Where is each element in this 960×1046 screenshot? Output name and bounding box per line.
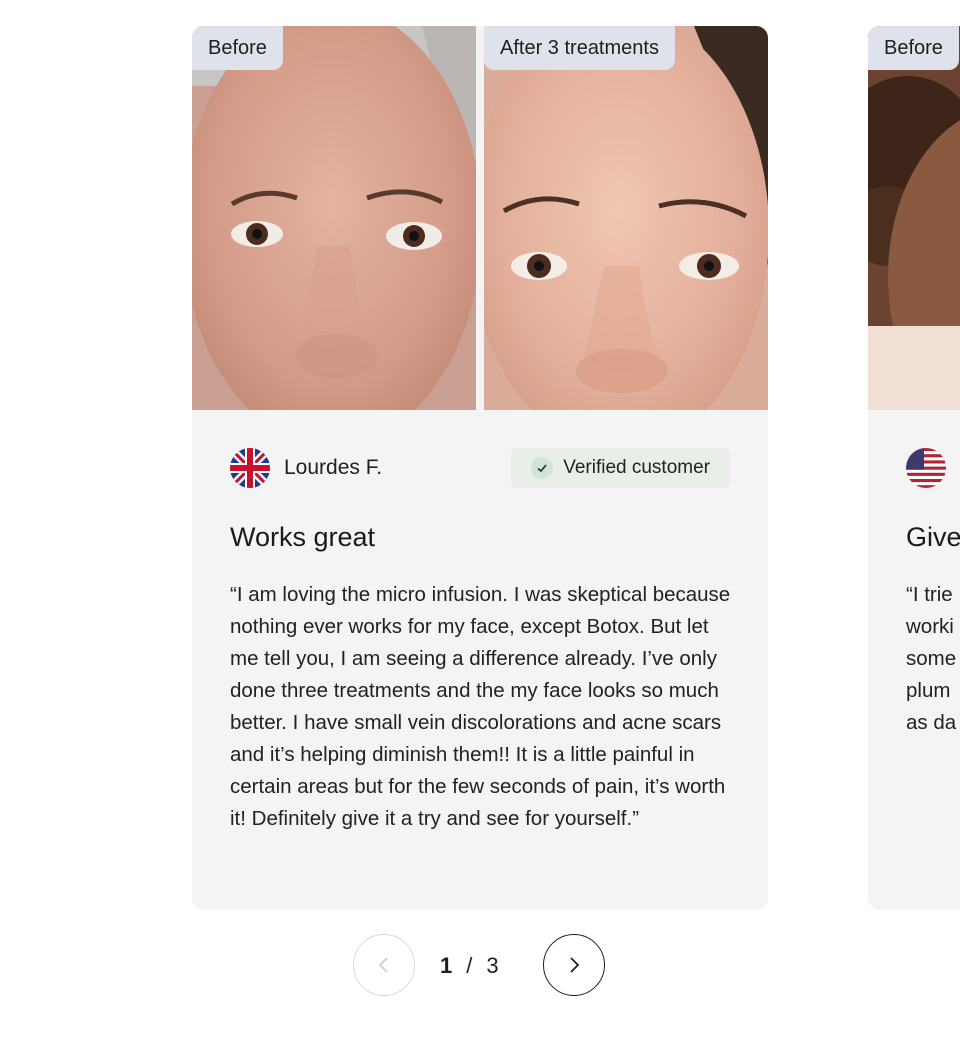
reviewer	[906, 448, 946, 488]
review-text-line: “I trie	[906, 583, 953, 606]
before-tag: Before	[868, 26, 959, 70]
uk-flag-icon	[230, 448, 270, 488]
verified-badge: Verified customer	[511, 448, 730, 488]
chevron-right-icon	[570, 957, 580, 973]
before-face-image	[868, 26, 960, 410]
current-page: 1	[440, 953, 453, 978]
review-title: Give	[906, 522, 960, 552]
review-text: “I am loving the micro infusion. I was s…	[230, 583, 731, 830]
chevron-left-icon	[378, 957, 388, 973]
before-face-image	[192, 26, 476, 410]
page-counter: 1 / 3	[440, 953, 520, 979]
review-text-line: plum	[906, 679, 951, 702]
reviewer: Lourdes F.	[230, 448, 382, 488]
before-photo: Before	[868, 26, 960, 410]
reviews-carousel: Before After 3 treatments Lourdes F. Ver…	[0, 0, 960, 1046]
after-tag: After 3 treatments	[484, 26, 675, 70]
review-card: Before After 3 treatments Lourdes F. Ver…	[192, 26, 768, 910]
after-face-image	[484, 26, 768, 410]
review-text-line: worki	[906, 615, 954, 638]
verified-label: Verified customer	[563, 457, 710, 478]
reviewer-name: Lourdes F.	[284, 456, 383, 479]
review-text: “I trie worki some plum as da	[906, 579, 960, 739]
review-title: Works great	[230, 522, 376, 552]
total-pages: 3	[486, 953, 499, 978]
review-text-line: some	[906, 647, 957, 670]
check-icon	[531, 457, 554, 479]
review-card: Before Give “I trie worki some plum as d…	[868, 26, 960, 910]
before-tag: Before	[192, 26, 283, 70]
us-flag-icon	[906, 448, 946, 488]
review-text-line: as da	[906, 711, 957, 734]
page-separator: /	[466, 953, 473, 978]
pagination: 1 / 3	[0, 934, 960, 998]
before-photo: Before	[192, 26, 476, 410]
after-photo: After 3 treatments	[484, 26, 768, 410]
next-button[interactable]	[543, 934, 605, 996]
previous-button[interactable]	[353, 934, 415, 996]
